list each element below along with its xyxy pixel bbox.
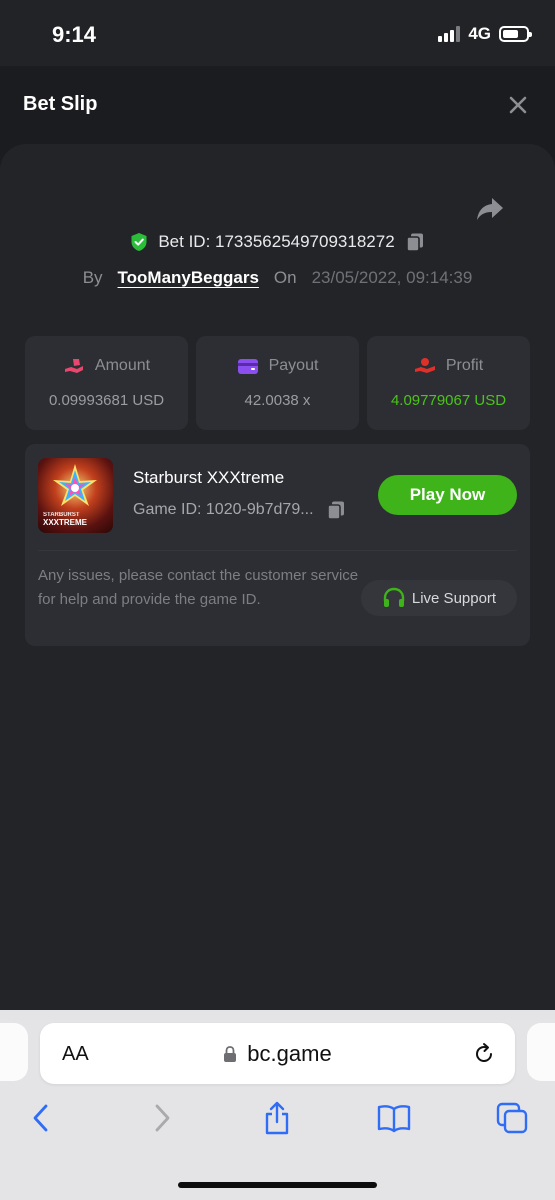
address-bar[interactable]: AA bc.game bbox=[40, 1023, 515, 1084]
tabs-button[interactable] bbox=[494, 1100, 530, 1136]
share-button[interactable] bbox=[475, 196, 505, 222]
reload-icon[interactable] bbox=[471, 1041, 497, 1067]
stat-amount-value: 0.09993681 USD bbox=[48, 392, 165, 409]
status-icons: 4G bbox=[438, 24, 532, 44]
bet-author-row: By TooManyBeggars On 23/05/2022, 09:14:3… bbox=[0, 268, 555, 288]
stat-amount-label: Amount bbox=[94, 357, 151, 374]
thumbnail-caption: STARBURST XXXTREME bbox=[43, 512, 88, 527]
divider bbox=[38, 550, 517, 551]
page-title: Bet Slip bbox=[23, 93, 98, 115]
share-up-icon bbox=[265, 1101, 289, 1135]
wallet-icon bbox=[237, 359, 258, 374]
close-button[interactable] bbox=[507, 94, 529, 116]
status-bar: 9:14 4G bbox=[0, 0, 555, 66]
live-support-button[interactable]: Live Support bbox=[361, 580, 517, 616]
game-card: STARBURST XXXTREME Starburst XXXtreme Ga… bbox=[25, 444, 530, 646]
stat-amount: Amount 0.09993681 USD bbox=[25, 336, 188, 430]
stat-payout: Payout 42.0038 x bbox=[196, 336, 359, 430]
browser-toolbar bbox=[0, 1100, 555, 1140]
back-button[interactable] bbox=[23, 1100, 59, 1136]
share-page-button[interactable] bbox=[259, 1100, 295, 1136]
copy-game-id-icon[interactable] bbox=[326, 500, 346, 520]
amount-hand-icon bbox=[64, 359, 83, 373]
browser-chrome: AA bc.game bbox=[0, 1010, 555, 1200]
next-tab-preview[interactable] bbox=[527, 1023, 555, 1081]
lock-icon bbox=[223, 1045, 237, 1063]
copy-bet-id-icon[interactable] bbox=[405, 232, 425, 252]
game-id: Game ID: 1020-9b7d79... bbox=[133, 501, 314, 518]
profit-hand-icon bbox=[414, 358, 435, 373]
game-id-row: Game ID: 1020-9b7d79... bbox=[133, 500, 346, 520]
verified-shield-icon bbox=[130, 232, 148, 252]
url-text: bc.game bbox=[247, 1041, 332, 1066]
stat-payout-value: 42.0038 x bbox=[244, 392, 311, 409]
bet-slip-sheet: Bet ID: 1733562549709318272 By TooManyBe… bbox=[0, 144, 555, 1010]
battery-icon bbox=[499, 26, 532, 42]
stat-profit: Profit 4.09779067 USD bbox=[367, 336, 530, 430]
bookmarks-button[interactable] bbox=[376, 1100, 412, 1136]
on-label: On bbox=[273, 268, 297, 287]
live-support-label: Live Support bbox=[411, 589, 497, 607]
play-now-button[interactable]: Play Now bbox=[378, 475, 517, 515]
username-link[interactable]: TooManyBeggars bbox=[118, 268, 259, 288]
stat-payout-label: Payout bbox=[268, 357, 319, 374]
by-label: By bbox=[82, 268, 103, 287]
network-type: 4G bbox=[468, 24, 491, 43]
home-indicator bbox=[178, 1182, 377, 1188]
stats-row: Amount 0.09993681 USD Payout 42.0038 x P… bbox=[25, 336, 530, 430]
headset-icon bbox=[383, 587, 405, 607]
cellular-signal-icon bbox=[438, 26, 461, 42]
forward-arrow-icon bbox=[155, 1104, 170, 1132]
bet-id: Bet ID: 1733562549709318272 bbox=[158, 232, 395, 251]
book-icon bbox=[377, 1105, 411, 1133]
tabs-icon bbox=[496, 1102, 528, 1134]
forward-button[interactable] bbox=[144, 1100, 180, 1136]
back-arrow-icon bbox=[33, 1104, 48, 1132]
status-time: 9:14 bbox=[52, 22, 97, 47]
game-title: Starburst XXXtreme bbox=[133, 468, 285, 487]
url-display[interactable]: bc.game bbox=[40, 1041, 515, 1067]
support-notice: Any issues, please contact the customer … bbox=[38, 567, 359, 608]
share-arrow-icon bbox=[477, 198, 503, 220]
modal-header: Bet Slip bbox=[0, 66, 555, 144]
stat-profit-value: 4.09779067 USD bbox=[390, 392, 507, 409]
bet-id-row: Bet ID: 1733562549709318272 bbox=[0, 232, 555, 252]
previous-tab-preview[interactable] bbox=[0, 1023, 28, 1081]
close-icon bbox=[509, 96, 527, 114]
game-thumbnail[interactable]: STARBURST XXXTREME bbox=[38, 458, 113, 533]
stat-profit-label: Profit bbox=[445, 357, 484, 374]
bet-datetime: 23/05/2022, 09:14:39 bbox=[311, 268, 473, 287]
